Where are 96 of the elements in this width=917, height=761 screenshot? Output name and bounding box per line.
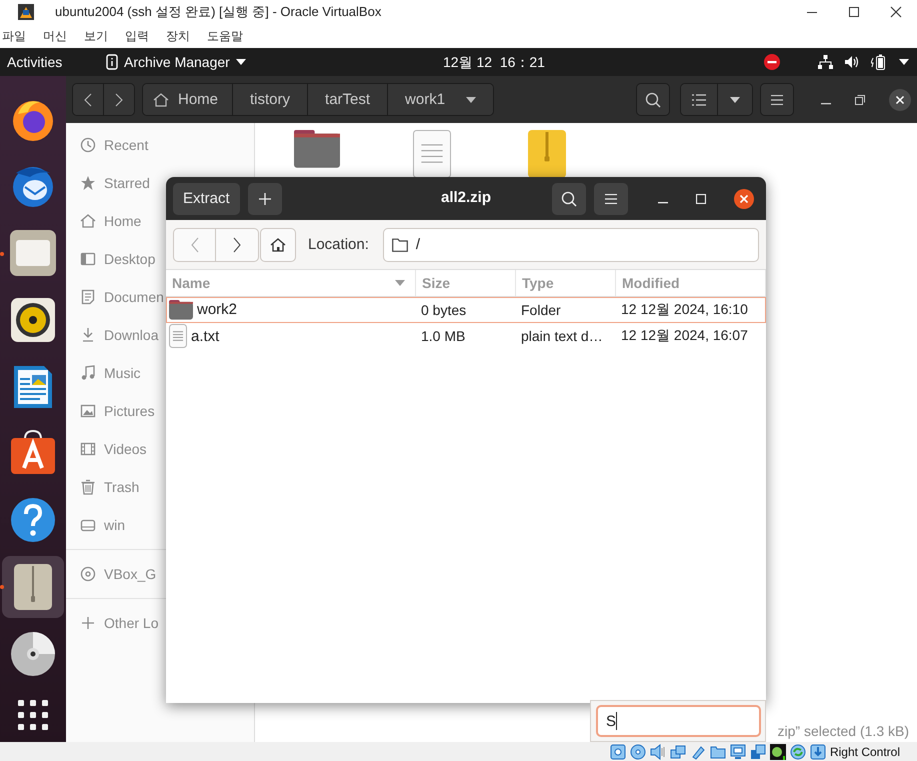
menu-button[interactable] [594, 182, 628, 214]
add-button[interactable] [248, 182, 282, 214]
speaker-icon[interactable] [10, 296, 56, 343]
caret-icon[interactable] [236, 59, 246, 65]
window-title: ubuntu2004 (ssh 설정 완료) [실행 중] - Oracle VirtualBox [55, 3, 382, 21]
file-name: a.txt [191, 328, 220, 344]
text-file-icon [169, 324, 187, 348]
folder-icon [169, 300, 193, 320]
optical-disc-icon[interactable] [630, 744, 646, 760]
search-icon [645, 92, 661, 108]
restore-icon[interactable] [855, 94, 865, 104]
path-label: work1 [405, 91, 446, 108]
do-not-disturb-icon[interactable] [764, 54, 780, 70]
chevron-left-icon [84, 92, 92, 106]
file-name: work2 [197, 301, 238, 318]
volume-icon[interactable] [845, 56, 859, 68]
table-cell-text: 0 bytes [420, 302, 468, 318]
table-cell-text: 12 12월 2024, 16:10 [620, 301, 749, 319]
refresh-icon[interactable] [790, 744, 806, 760]
folder-icon [294, 130, 340, 168]
close-icon[interactable] [889, 88, 911, 110]
download-icon [80, 327, 96, 343]
list-view-button[interactable] [681, 84, 718, 115]
plus-icon [258, 192, 271, 204]
app-grid-icon[interactable] [18, 700, 48, 730]
activities-button[interactable]: Activities [7, 54, 99, 70]
battery-icon[interactable] [871, 54, 887, 70]
search-field[interactable]: S [596, 705, 761, 737]
chevron-right-icon [115, 92, 123, 106]
path-button[interactable]: Home [143, 84, 234, 115]
desktop-icon [80, 251, 96, 267]
drive-icon [80, 517, 96, 533]
table-row[interactable]: work2 0 bytes Folder 12 12월 2024, 16:10 [166, 297, 766, 323]
disc-icon [80, 566, 96, 582]
menu-item[interactable]: 파일 [2, 28, 26, 44]
star-icon [80, 175, 96, 191]
table-cell-text: plain text d… [520, 328, 604, 344]
table-cell-text: Folder [520, 302, 562, 318]
folder-icon[interactable] [10, 230, 56, 276]
network-icon[interactable] [818, 55, 833, 69]
film-icon [80, 441, 96, 457]
menu-item[interactable]: 머신 [43, 28, 67, 44]
document-icon [80, 289, 96, 305]
menu-item[interactable]: 입력 [125, 28, 149, 44]
trash-icon [80, 479, 96, 495]
help-icon[interactable] [10, 497, 56, 544]
status-text: zip” selected (1.3 kB) [778, 723, 909, 739]
close-icon[interactable] [734, 188, 754, 208]
clock-icon [80, 137, 96, 153]
text-file-icon [412, 130, 450, 178]
shopping-bag-icon[interactable] [10, 430, 56, 476]
caret-icon [730, 96, 740, 102]
menu-item[interactable]: 장치 [166, 28, 190, 44]
menu-item[interactable]: 보기 [84, 28, 108, 44]
location-label: Location: [308, 236, 369, 253]
zip-icon[interactable] [2, 556, 64, 618]
table-cell-text: 1.0 MB [420, 328, 466, 344]
monitor-icon[interactable] [730, 744, 746, 760]
music-note-icon [80, 365, 96, 381]
home-icon [153, 92, 169, 108]
zip-file-icon [528, 130, 566, 178]
home-icon [270, 236, 286, 252]
dialog-title: all2.zip [440, 189, 492, 206]
folder-outline-icon [392, 238, 408, 252]
table-row[interactable]: a.txt 1.0 MB plain text d… 12 12월 2024, 16:07 [166, 323, 766, 349]
menu-icon [605, 194, 617, 204]
home-icon [80, 213, 96, 229]
app-name[interactable]: Archive Manager [124, 54, 230, 70]
chevron-left-icon [190, 236, 198, 252]
location-field[interactable]: / [382, 228, 759, 262]
windows-icon[interactable] [750, 744, 766, 760]
disc-icon[interactable] [10, 630, 56, 677]
path-label: Home [178, 91, 218, 108]
caret-icon [466, 96, 476, 102]
menu-item[interactable]: 도움말 [207, 28, 243, 44]
text-cursor [616, 712, 618, 730]
clock[interactable]: 12월 12 16：21 [443, 54, 545, 72]
search-button[interactable] [637, 84, 669, 115]
close-icon[interactable] [890, 6, 902, 18]
download-icon[interactable] [810, 744, 826, 760]
extract-button[interactable]: Extract [173, 182, 240, 214]
list-icon [692, 94, 706, 106]
host-key-label: Right Control [830, 744, 900, 758]
search-button[interactable] [552, 182, 586, 214]
search-icon [561, 190, 577, 206]
caret-icon[interactable] [899, 59, 909, 65]
menu-icon [771, 94, 783, 104]
maximize-icon[interactable] [848, 6, 860, 18]
plus-icon [80, 615, 96, 631]
app-menu-icon [106, 54, 118, 70]
table-cell-text: 12 12월 2024, 16:07 [620, 327, 749, 345]
picture-icon [80, 403, 96, 419]
menu-button[interactable] [761, 84, 793, 115]
sort-arrow-icon[interactable] [395, 280, 405, 286]
chevron-right-icon [233, 236, 241, 252]
app-icon [18, 4, 34, 20]
